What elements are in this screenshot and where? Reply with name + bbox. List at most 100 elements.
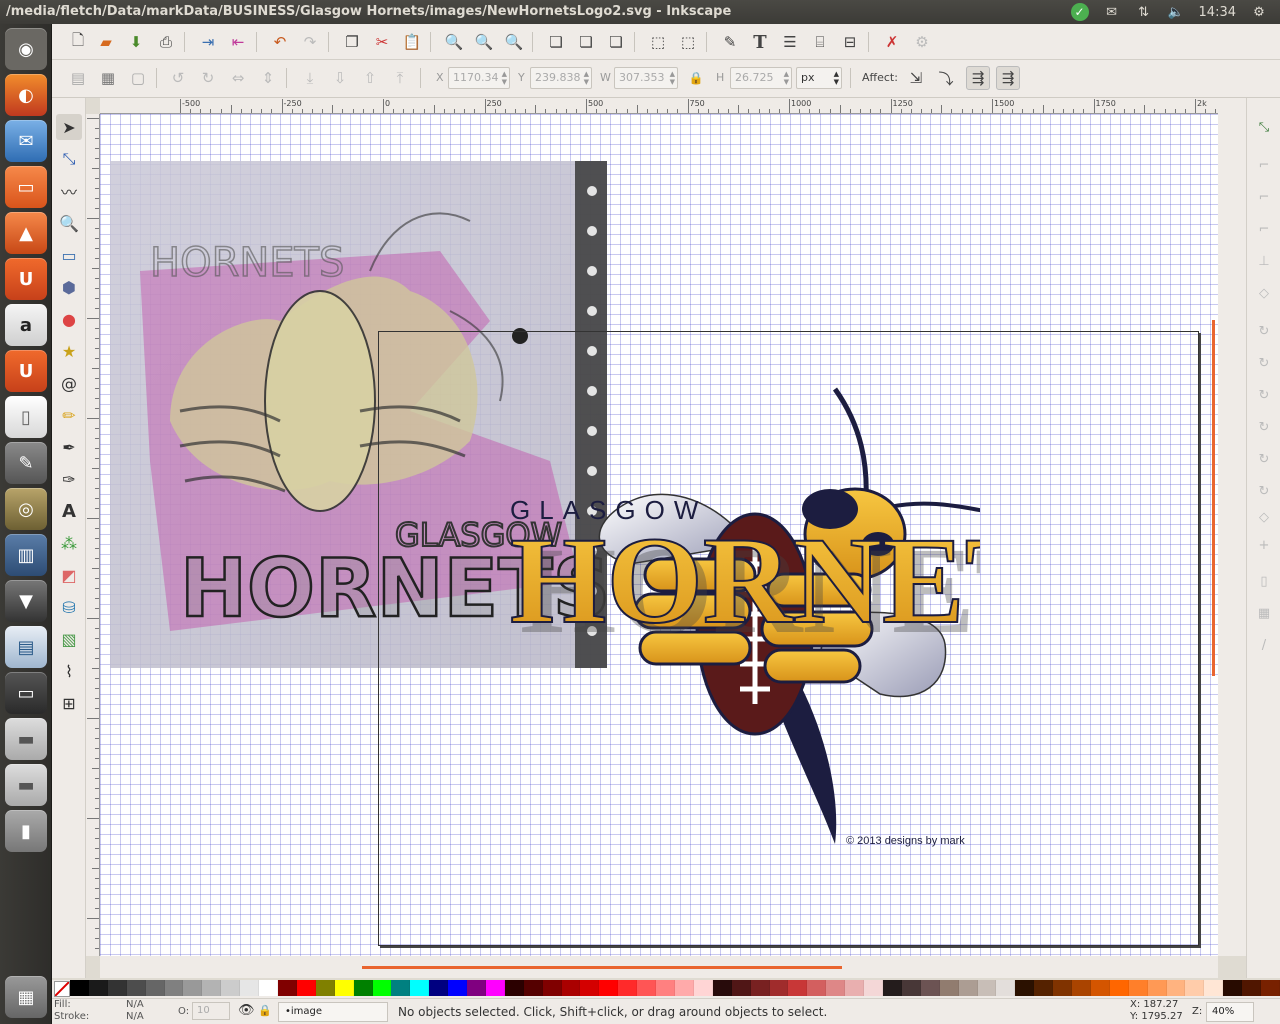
- palette-swatch[interactable]: [221, 980, 241, 996]
- palette-swatch[interactable]: [1034, 980, 1054, 996]
- affect-stroke-icon[interactable]: ⇲: [904, 66, 928, 90]
- y-spin[interactable]: ▲ ▼: [584, 70, 589, 86]
- paint-bucket-tool-icon[interactable]: ⛁: [56, 594, 82, 620]
- print-icon[interactable]: ⎙: [154, 30, 178, 54]
- amazon-icon[interactable]: a: [5, 304, 47, 346]
- palette-swatch[interactable]: [315, 980, 335, 996]
- snap-guides-icon[interactable]: /: [1253, 634, 1275, 656]
- palette-swatch[interactable]: [712, 980, 732, 996]
- snap-toggle-icon[interactable]: ⤡: [1253, 116, 1275, 138]
- network-icon[interactable]: ⇅: [1135, 4, 1153, 20]
- palette-swatch[interactable]: [296, 980, 316, 996]
- snap-bbox-midpoints-icon[interactable]: ⊥: [1253, 250, 1275, 272]
- software-center-icon[interactable]: ▲: [5, 212, 47, 254]
- palette-swatch[interactable]: [126, 980, 146, 996]
- rotate-cw-icon[interactable]: ↻: [196, 66, 220, 90]
- palette-swatch[interactable]: [259, 980, 278, 996]
- palette-swatch[interactable]: [448, 980, 468, 996]
- palette-swatch[interactable]: [675, 980, 694, 996]
- align-distribute-icon[interactable]: ⊟: [838, 30, 862, 54]
- palette-swatch[interactable]: [183, 980, 203, 996]
- palette-swatch[interactable]: [70, 980, 89, 996]
- palette-swatch[interactable]: [1053, 980, 1073, 996]
- mail-icon[interactable]: ✉: [1103, 4, 1121, 20]
- snap-smooth-icon[interactable]: ↻: [1253, 448, 1275, 470]
- volume-icon[interactable]: 🔈: [1167, 4, 1185, 20]
- palette-swatch[interactable]: [656, 980, 675, 996]
- palette-swatch[interactable]: [372, 980, 392, 996]
- palette-swatch[interactable]: [1109, 980, 1129, 996]
- pen-tool-icon[interactable]: ✒: [56, 434, 82, 460]
- x-field[interactable]: 1170.34 ▲ ▼: [448, 67, 510, 89]
- paste-icon[interactable]: 📋: [400, 30, 424, 54]
- drive-2-icon[interactable]: ▬: [5, 764, 47, 806]
- h-spin[interactable]: ▲ ▼: [784, 70, 789, 86]
- snap-intersections-icon[interactable]: ↻: [1253, 384, 1275, 406]
- books-icon[interactable]: ▥: [5, 534, 47, 576]
- text-font-icon[interactable]: T: [748, 30, 772, 54]
- palette-swatch[interactable]: [996, 980, 1016, 996]
- palette-swatch[interactable]: [1090, 980, 1110, 996]
- palette-swatch[interactable]: [1072, 980, 1091, 996]
- palette-swatch[interactable]: [618, 980, 638, 996]
- preferences-icon[interactable]: ✗: [880, 30, 904, 54]
- new-document-icon[interactable]: 🗋: [66, 30, 90, 54]
- gear-icon[interactable]: ⚙: [1250, 4, 1268, 20]
- palette-swatch[interactable]: [467, 980, 486, 996]
- redo-icon[interactable]: ↷: [298, 30, 322, 54]
- raise-top-icon[interactable]: ⤒: [388, 66, 412, 90]
- flip-vertical-icon[interactable]: ⇕: [256, 66, 280, 90]
- lower-icon[interactable]: ⇩: [328, 66, 352, 90]
- palette-swatch[interactable]: [807, 980, 827, 996]
- snap-bbox-centers-icon[interactable]: ◇: [1253, 282, 1275, 304]
- save-icon[interactable]: ⬇: [124, 30, 148, 54]
- pencil-tool-icon[interactable]: ✏: [56, 402, 82, 428]
- x-spin[interactable]: ▲ ▼: [502, 70, 507, 86]
- zoom-drawing-icon[interactable]: 🔍: [472, 30, 496, 54]
- palette-swatch[interactable]: [788, 980, 808, 996]
- palette-swatch[interactable]: [693, 980, 713, 996]
- palette-swatch[interactable]: [1242, 980, 1262, 996]
- palette-swatch[interactable]: [107, 980, 127, 996]
- no-paint-swatch[interactable]: [54, 981, 70, 997]
- affect-corners-icon[interactable]: ⤵: [934, 66, 958, 90]
- checkmark-icon[interactable]: ✓: [1070, 3, 1089, 21]
- palette-swatch[interactable]: [901, 980, 921, 996]
- snap-rotation-center-icon[interactable]: +: [1253, 534, 1275, 556]
- unit-select[interactable]: px ▲ ▼: [796, 67, 842, 89]
- group-icon[interactable]: ⬚: [646, 30, 670, 54]
- palette-swatch[interactable]: [1166, 980, 1186, 996]
- connector-tool-icon[interactable]: ⊞: [56, 690, 82, 716]
- snap-nodes-icon[interactable]: ↻: [1253, 320, 1275, 342]
- cut-icon[interactable]: ✂: [370, 30, 394, 54]
- zoom-tool-icon[interactable]: 🔍: [56, 210, 82, 236]
- palette-swatch[interactable]: [1147, 980, 1167, 996]
- layers-icon[interactable]: ☰: [778, 30, 802, 54]
- fill-stroke-icon[interactable]: ✎: [718, 30, 742, 54]
- export-icon[interactable]: ⇤: [226, 30, 250, 54]
- y-field[interactable]: 239.838 ▲ ▼: [530, 67, 592, 89]
- star-tool-icon[interactable]: ★: [56, 338, 82, 364]
- vertical-scrollbar[interactable]: [1218, 98, 1246, 956]
- dash-home-icon[interactable]: ◉: [5, 28, 47, 70]
- text-tool-icon[interactable]: A: [56, 498, 82, 524]
- xml-editor-icon[interactable]: ⌸: [808, 30, 832, 54]
- snap-paths-icon[interactable]: ↻: [1253, 352, 1275, 374]
- palette-swatch[interactable]: [485, 980, 505, 996]
- w-spin[interactable]: ▲ ▼: [670, 70, 675, 86]
- palette-swatch[interactable]: [202, 980, 222, 996]
- w-field[interactable]: 307.353 ▲ ▼: [614, 67, 678, 89]
- stroke-value[interactable]: N/A: [126, 1011, 144, 1022]
- palette-swatch[interactable]: [277, 980, 297, 996]
- snap-bbox-corners-icon[interactable]: ⌐: [1253, 218, 1275, 240]
- thunderbird-icon[interactable]: ✉: [5, 120, 47, 162]
- snap-bbox-edges-icon[interactable]: ⌐: [1253, 186, 1275, 208]
- trash-icon[interactable]: ▦: [5, 976, 47, 1018]
- deselect-icon[interactable]: ▢: [126, 66, 150, 90]
- palette-swatch[interactable]: [391, 980, 411, 996]
- duplicate-icon[interactable]: ❏: [544, 30, 568, 54]
- palette-swatch[interactable]: [145, 980, 165, 996]
- import-icon[interactable]: ⇥: [196, 30, 220, 54]
- terminal-icon[interactable]: ▭: [5, 672, 47, 714]
- snap-page-border-icon[interactable]: ▯: [1253, 570, 1275, 592]
